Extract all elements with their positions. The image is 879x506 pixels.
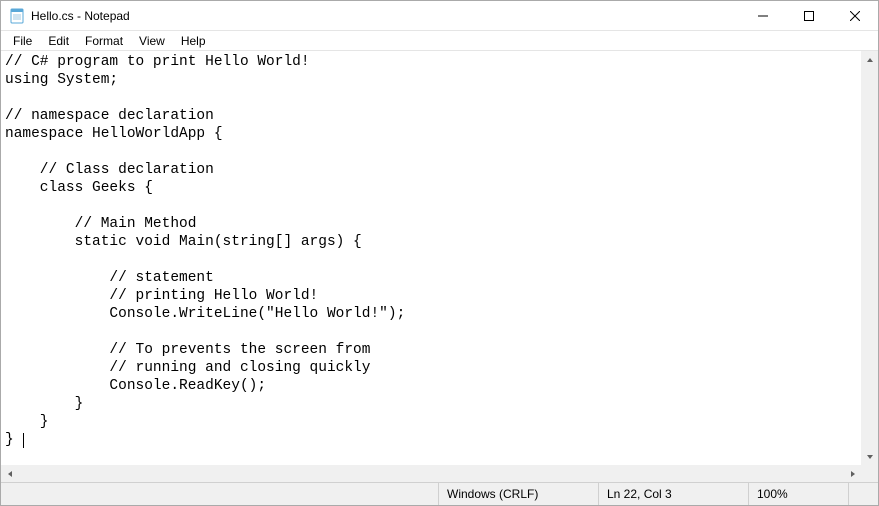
editor-content: // C# program to print Hello World! usin… [5,54,405,448]
window-title: Hello.cs - Notepad [31,9,130,23]
scroll-up-icon[interactable] [861,51,878,68]
status-blank [848,483,878,505]
menu-format[interactable]: Format [77,32,131,50]
text-editor[interactable]: // C# program to print Hello World! usin… [1,51,861,465]
notepad-icon [9,8,25,24]
scroll-corner [861,465,878,482]
status-position: Ln 22, Col 3 [598,483,748,505]
vertical-scroll-track[interactable] [861,68,878,448]
statusbar: Windows (CRLF) Ln 22, Col 3 100% [1,482,878,505]
titlebar: Hello.cs - Notepad [1,1,878,31]
text-caret [23,433,24,448]
status-encoding: Windows (CRLF) [438,483,598,505]
close-button[interactable] [832,1,878,31]
minimize-button[interactable] [740,1,786,31]
scroll-down-icon[interactable] [861,448,878,465]
menu-file[interactable]: File [5,32,40,50]
maximize-button[interactable] [786,1,832,31]
menu-edit[interactable]: Edit [40,32,77,50]
editor-area: // C# program to print Hello World! usin… [1,51,878,482]
menu-help[interactable]: Help [173,32,214,50]
scroll-right-icon[interactable] [844,465,861,482]
status-zoom: 100% [748,483,848,505]
horizontal-scrollbar[interactable] [1,465,861,482]
scroll-left-icon[interactable] [1,465,18,482]
vertical-scrollbar[interactable] [861,51,878,465]
menu-view[interactable]: View [131,32,173,50]
menubar: File Edit Format View Help [1,31,878,51]
horizontal-scroll-track[interactable] [18,465,844,482]
